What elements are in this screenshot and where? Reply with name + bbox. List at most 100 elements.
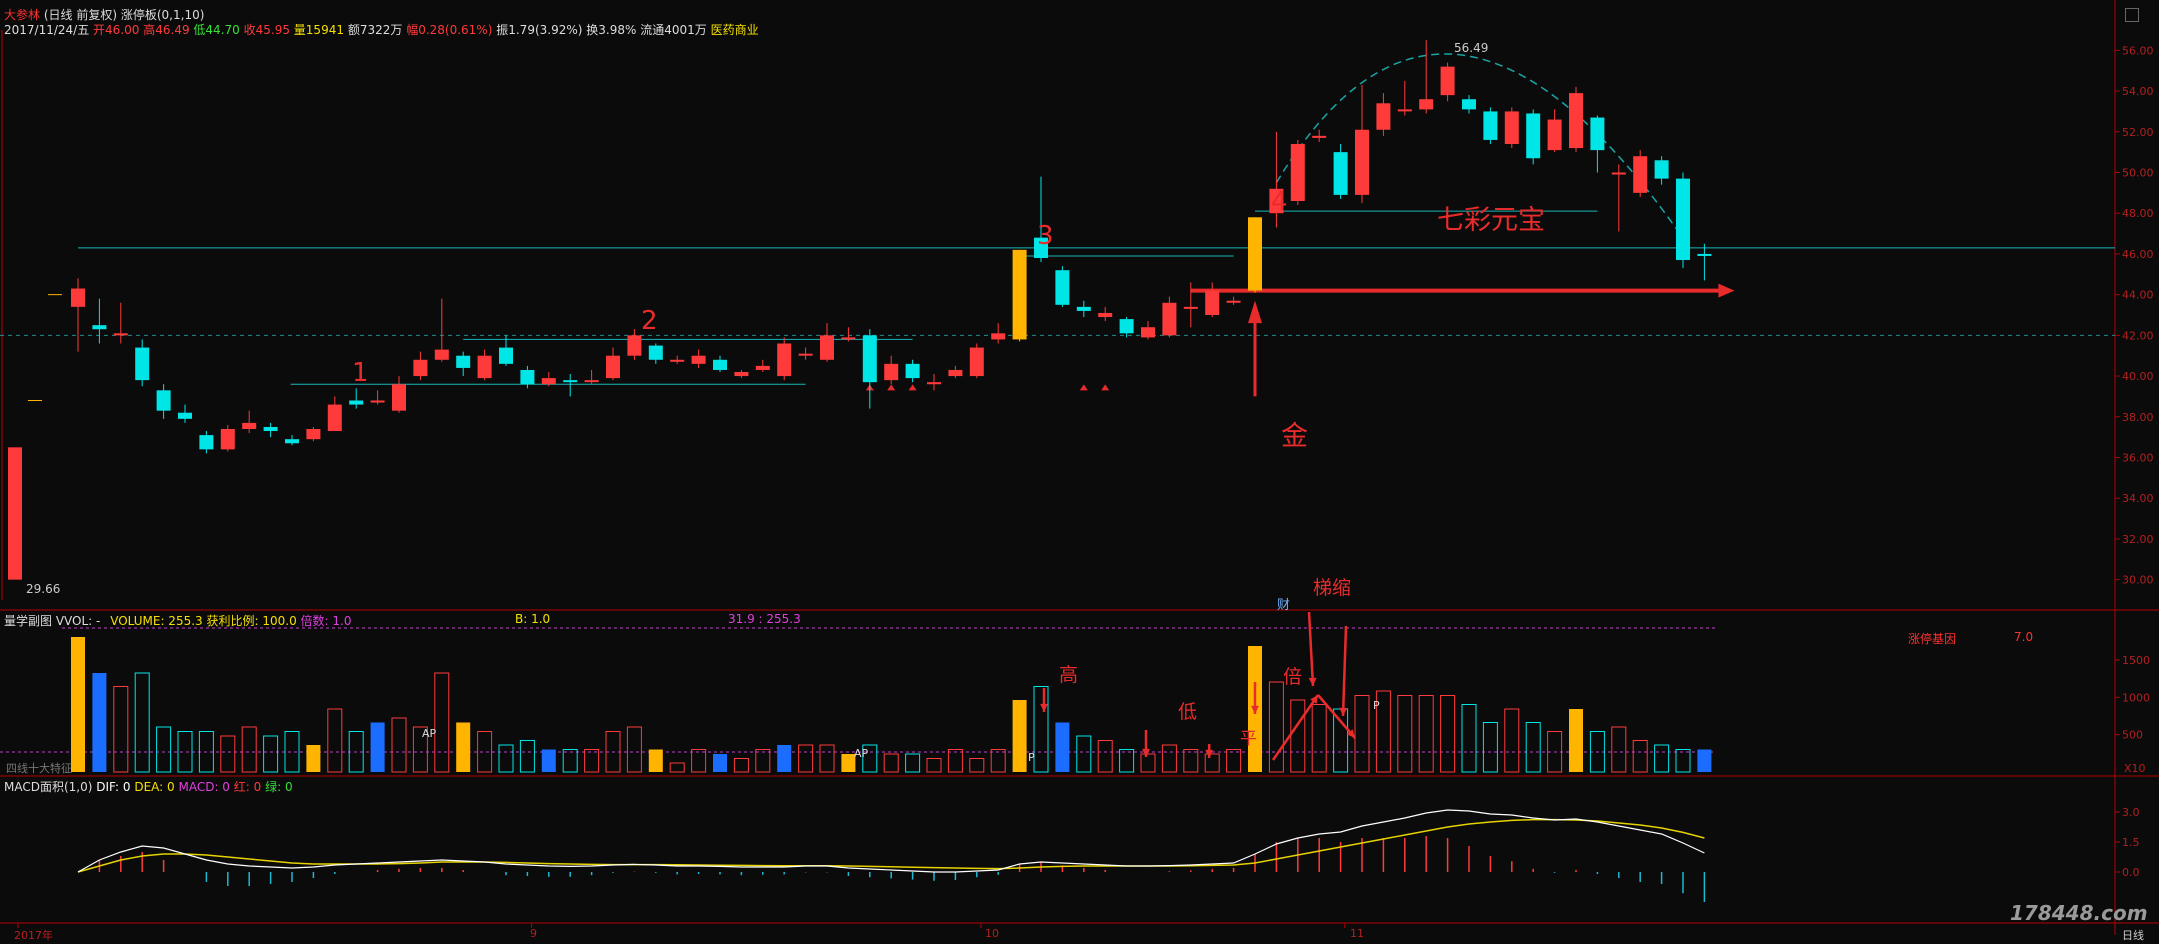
- candle-body: [1697, 253, 1712, 256]
- candle-body: [1633, 156, 1648, 193]
- candle-body: [1569, 93, 1583, 149]
- candle-body: [1462, 99, 1476, 110]
- candle-body: [477, 355, 492, 379]
- candle-body: [178, 412, 192, 419]
- quote-float: 流通4001万: [640, 23, 707, 37]
- candle-body: [1654, 160, 1669, 179]
- quote-volume: 量15941: [293, 23, 344, 37]
- annotation-p-2: P: [1373, 699, 1380, 712]
- volume-panel-title[interactable]: 量学副图: [4, 614, 52, 628]
- price-tick-label: 44.00: [2122, 289, 2154, 302]
- low-price-label: 29.66: [26, 582, 61, 596]
- x-label-10: 10: [985, 927, 999, 940]
- panel-close-button[interactable]: [2125, 8, 2139, 22]
- candle-body: [156, 390, 171, 411]
- volume-bar-blue: [1055, 722, 1070, 772]
- candle-body: [648, 345, 663, 360]
- macd-value: MACD: 0: [178, 780, 230, 794]
- volume-bar-gold: [1012, 700, 1027, 772]
- candle-body: [755, 365, 770, 370]
- candle-body: [584, 380, 599, 383]
- candle-body: [327, 404, 342, 432]
- candle-body: [905, 363, 920, 379]
- stock-chart: 30.00 32.00 34.00 36.00 38.00 40.00 42.00 44.00…: [0, 0, 2159, 940]
- candle-body: [1012, 249, 1027, 340]
- candle-body: [1440, 66, 1455, 96]
- candle-body: [113, 333, 128, 336]
- candle-body: [1333, 152, 1348, 195]
- annotation-1: 1: [352, 358, 369, 388]
- price-tick-label: 48.00: [2122, 207, 2154, 220]
- candle-body: [1098, 312, 1113, 318]
- candle-body: [1205, 290, 1220, 315]
- candle-body: [1504, 111, 1519, 144]
- quote-turnover: 换3.98%: [586, 23, 637, 37]
- candle-body: [71, 288, 85, 307]
- candle-body: [1355, 129, 1369, 195]
- volume-tick-label: 500: [2122, 729, 2143, 742]
- candle-body: [1183, 306, 1198, 309]
- volume-tick-label: 1000: [2122, 691, 2150, 704]
- annotation-4: 4: [1271, 187, 1288, 217]
- candle-body: [135, 347, 150, 381]
- candle-body: [1055, 270, 1070, 305]
- candle-body: [349, 400, 364, 405]
- candle-body: [862, 335, 877, 383]
- macd-tick-label: 0.0: [2122, 866, 2140, 879]
- stock-name[interactable]: 大参林: [4, 8, 40, 22]
- ratio-value: 获利比例: 100.0: [206, 614, 297, 628]
- volume-bar-gold: [71, 637, 85, 772]
- candle-body: [1590, 117, 1605, 151]
- candle-body: [220, 429, 235, 450]
- candle-body: [434, 349, 449, 360]
- dea-value: DEA: 0: [134, 780, 175, 794]
- candle-body: [670, 359, 685, 362]
- quote-close: 收45.95: [243, 23, 290, 37]
- candle-body: [285, 439, 299, 444]
- candle-body: [969, 347, 984, 377]
- candle-body: [520, 369, 535, 385]
- candle-body: [242, 422, 257, 429]
- volume-bar-gold: [306, 745, 321, 772]
- annotation-flat: 平: [1240, 729, 1257, 749]
- x-label-2017: 2017年: [14, 929, 53, 942]
- candle-body: [820, 335, 834, 360]
- candle-body: [1312, 135, 1327, 138]
- annotation-cai: 财: [1277, 598, 1291, 613]
- candle-body: [927, 382, 941, 385]
- quote-low: 低44.70: [193, 23, 240, 37]
- candle-body: [1076, 306, 1091, 311]
- candle-body: [1119, 319, 1134, 334]
- candle-body: [1162, 302, 1177, 336]
- annotation-shrink: 梯缩: [1313, 577, 1352, 599]
- annotation-ap-1: AP: [422, 727, 437, 740]
- period-tab-daily[interactable]: 日线: [2122, 927, 2144, 943]
- period: (日线 前复权): [43, 8, 118, 22]
- candle-body: [734, 372, 749, 377]
- volume-bar-blue: [1697, 749, 1712, 772]
- macd-panel-header: MACD面积(1,0) DIF: 0 DEA: 0 MACD: 0 红: 0 绿…: [4, 778, 293, 795]
- annotation-yuanbao: 七彩元宝: [1437, 205, 1545, 236]
- quote-amplitude: 振1.79(3.92%): [496, 23, 583, 37]
- green-value: 绿: 0: [265, 780, 293, 794]
- quote-high: 高46.49: [143, 23, 190, 37]
- quote-row: 2017/11/24/五 开46.00 高46.49 低44.70 收45.95…: [4, 21, 759, 38]
- volume-left-label: 四线十大特征: [6, 762, 72, 775]
- price-tick-label: 32.00: [2122, 533, 2154, 546]
- candle-body: [1547, 119, 1562, 151]
- volume-bar-blue: [92, 673, 107, 772]
- annotation-3: 3: [1037, 221, 1054, 251]
- candle-body: [1248, 217, 1262, 291]
- macd-panel-title[interactable]: MACD面积(1,0): [4, 780, 92, 794]
- red-value: 红: 0: [233, 780, 262, 794]
- vvol-label: VVOL: -: [55, 614, 101, 628]
- candle-body: [370, 400, 385, 403]
- price-tick-label: 30.00: [2122, 574, 2154, 587]
- quote-date: 2017/11/24/五: [4, 23, 90, 37]
- candle-body: [456, 355, 471, 368]
- candle-body: [1676, 178, 1690, 261]
- candle-body: [413, 359, 428, 377]
- x-label-9: 9: [530, 927, 537, 940]
- b-value: B: 1.0: [515, 612, 551, 626]
- price-tick-label: 56.00: [2122, 44, 2154, 57]
